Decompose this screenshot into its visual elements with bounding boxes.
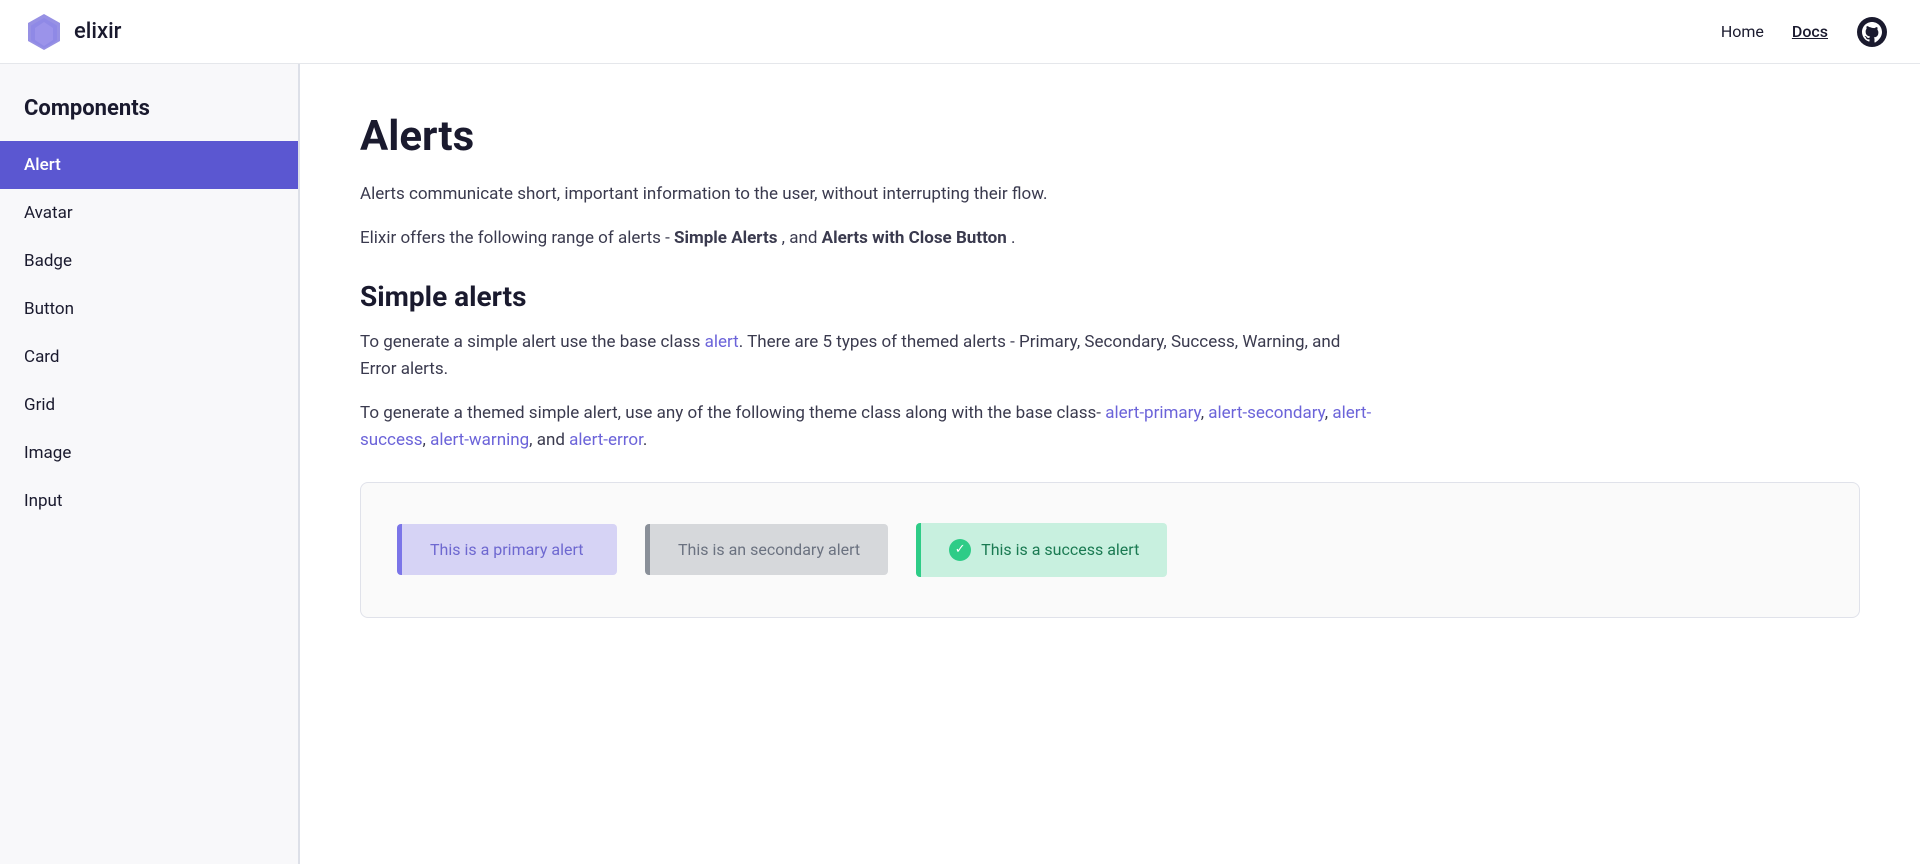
alert-secondary-text: This is an secondary alert [678,540,860,559]
themed-secondary-link[interactable]: alert-secondary [1208,403,1325,423]
logo-icon [24,12,64,52]
themed-desc-1: To generate a themed simple alert, use a… [360,403,1105,423]
sidebar-item-button[interactable]: Button [0,285,298,333]
alert-link[interactable]: alert [705,332,739,352]
alert-success: ✓ This is a success alert [916,523,1167,577]
nav-home[interactable]: Home [1721,22,1764,41]
layout: Components Alert Avatar Badge Button Car… [0,0,1920,864]
range-simple: Simple Alerts [674,228,777,248]
github-icon[interactable] [1856,16,1888,48]
themed-desc: To generate a themed simple alert, use a… [360,400,1410,454]
themed-primary-link[interactable]: alert-primary [1105,403,1201,423]
simple-alerts-desc: To generate a simple alert use the base … [360,329,1360,383]
sidebar-item-badge[interactable]: Badge [0,237,298,285]
sidebar-heading: Components [0,96,298,141]
sidebar-item-alert[interactable]: Alert [0,141,298,189]
page-title: Alerts [360,112,1860,161]
logo-area: elixir [24,12,121,52]
simple-alerts-title: Simple alerts [360,280,1860,313]
top-nav: elixir Home Docs [0,0,1920,64]
page-description: Alerts communicate short, important info… [360,181,1260,208]
nav-docs[interactable]: Docs [1792,22,1828,41]
range-close: Alerts with Close Button [822,228,1007,248]
sidebar-item-grid[interactable]: Grid [0,381,298,429]
range-and: , and [782,228,822,248]
sidebar-item-avatar[interactable]: Avatar [0,189,298,237]
range-text: Elixir offers the following range of ale… [360,228,1860,248]
themed-warning-link[interactable]: alert-warning [430,430,529,450]
alert-primary-text: This is a primary alert [430,540,584,559]
simple-desc-1: To generate a simple alert use the base … [360,332,705,352]
sidebar-item-input[interactable]: Input [0,477,298,525]
alert-secondary: This is an secondary alert [645,524,888,575]
range-period: . [1011,228,1015,248]
range-intro: Elixir offers the following range of ale… [360,228,674,248]
alert-primary: This is a primary alert [397,524,617,575]
themed-error-link[interactable]: alert-error [569,430,643,450]
demo-box: This is a primary alert This is an secon… [360,482,1860,618]
nav-links: Home Docs [1721,16,1888,48]
main-content: Alerts Alerts communicate short, importa… [300,64,1920,864]
sidebar: Components Alert Avatar Badge Button Car… [0,64,300,864]
logo-text: elixir [74,19,121,44]
sidebar-item-image[interactable]: Image [0,429,298,477]
sidebar-item-card[interactable]: Card [0,333,298,381]
alert-success-icon: ✓ [949,539,971,561]
alert-success-text: This is a success alert [981,540,1139,559]
